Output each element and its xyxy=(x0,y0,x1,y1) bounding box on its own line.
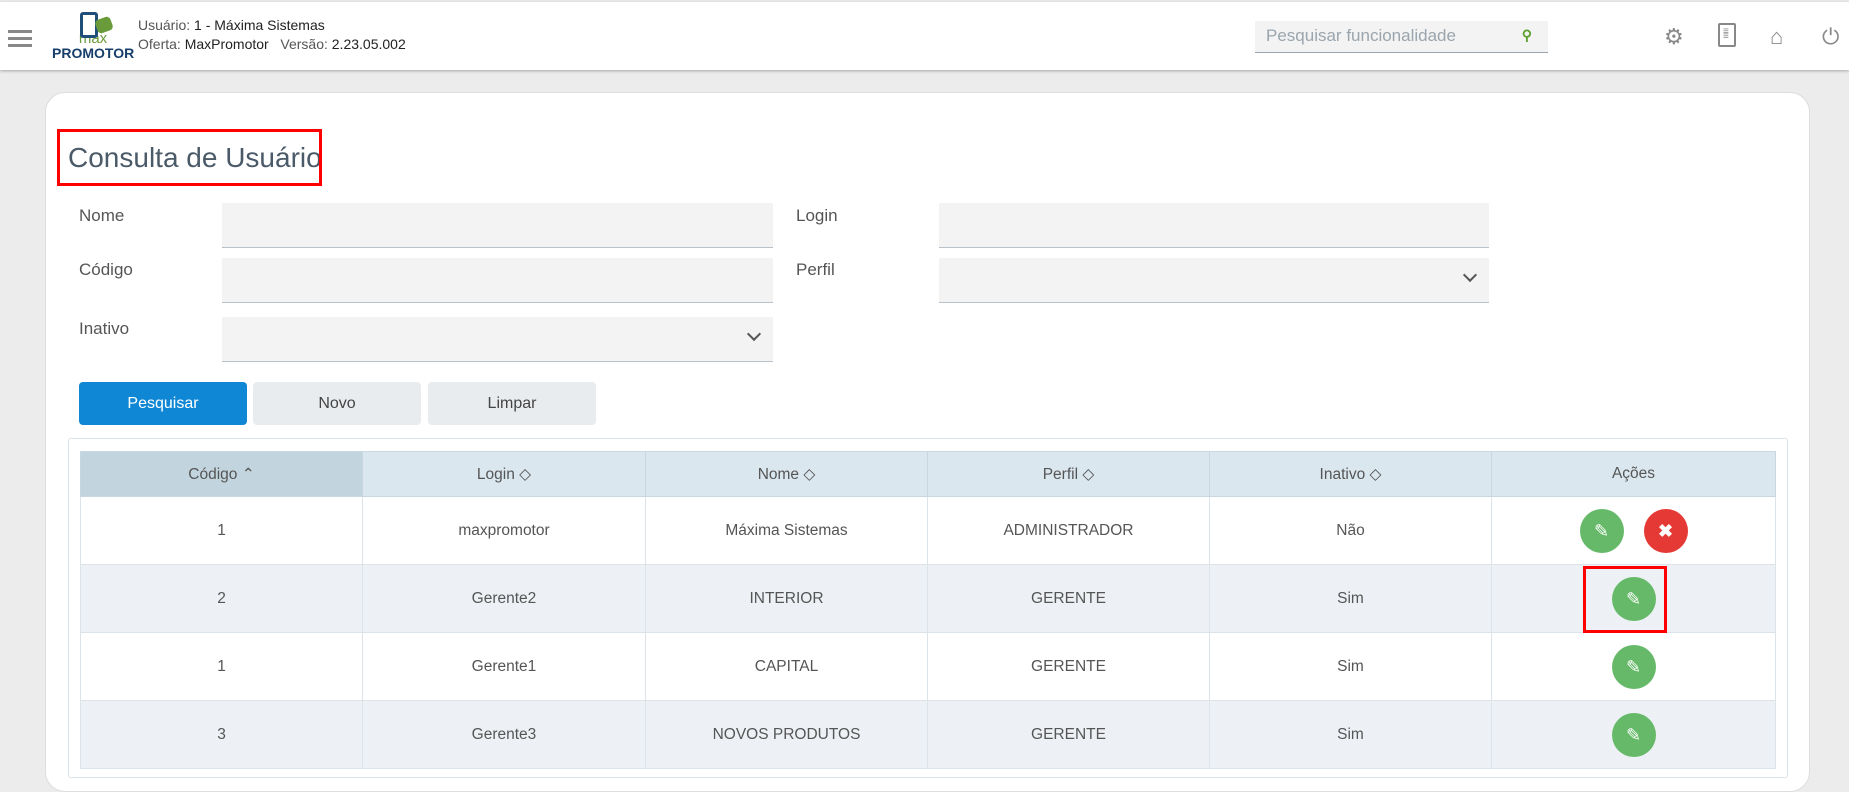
col-perfil[interactable]: Perfil ◇ xyxy=(927,451,1210,497)
cell: Sim xyxy=(1209,700,1492,769)
actions-cell: ✎ ✖ xyxy=(1491,496,1776,565)
col-nome[interactable]: Nome ◇ xyxy=(645,451,928,497)
table-row: 1 maxpromotor Máxima Sistemas ADMINISTRADOR… xyxy=(80,496,1776,565)
new-button[interactable]: Novo xyxy=(253,382,421,425)
inativo-select[interactable] xyxy=(222,317,773,362)
codigo-label: Código xyxy=(79,260,133,279)
cell: Sim xyxy=(1209,632,1492,701)
edit-button[interactable]: ✎ xyxy=(1611,644,1656,689)
offer-label: Oferta: xyxy=(138,36,181,52)
cell: maxpromotor xyxy=(362,496,646,565)
top-bar: max PROMOTOR Usuário: 1 - Máxima Sistema… xyxy=(0,2,1849,70)
highlight-box-edit xyxy=(1583,566,1667,633)
cell: 3 xyxy=(80,700,363,769)
cell: INTERIOR xyxy=(645,564,928,633)
cell: Gerente3 xyxy=(362,700,646,769)
chevron-down-icon xyxy=(746,326,762,342)
table-row: 2 Gerente2 INTERIOR GERENTE Sim ✎ xyxy=(80,564,1776,633)
cell: GERENTE xyxy=(927,564,1210,633)
codigo-input[interactable] xyxy=(222,258,773,303)
cell: 1 xyxy=(80,632,363,701)
hamburger-menu-icon[interactable] xyxy=(8,30,32,51)
home-icon[interactable]: ⌂ xyxy=(1770,24,1783,50)
table-row: 3 Gerente3 NOVOS PRODUTOS GERENTE Sim ✎ xyxy=(80,700,1776,769)
edit-button[interactable]: ✎ xyxy=(1579,508,1624,553)
power-icon[interactable]: ⏻ xyxy=(1822,24,1839,50)
cell: Gerente2 xyxy=(362,564,646,633)
edit-button[interactable]: ✎ xyxy=(1611,712,1656,757)
sort-icon: ◇ xyxy=(1082,465,1095,483)
clear-button[interactable]: Limpar xyxy=(428,382,596,425)
nome-label: Nome xyxy=(79,206,125,225)
version-label: Versão: xyxy=(280,36,328,52)
cell: GERENTE xyxy=(927,632,1210,701)
sort-icon: ◇ xyxy=(1369,465,1382,483)
user-label: Usuário: xyxy=(138,17,191,33)
cell: Gerente1 xyxy=(362,632,646,701)
cell: NOVOS PRODUTOS xyxy=(645,700,928,769)
cell: Sim xyxy=(1209,564,1492,633)
search-placeholder: Pesquisar funcionalidade xyxy=(1266,26,1456,45)
search-button[interactable]: Pesquisar xyxy=(79,382,247,425)
session-info: Usuário: 1 - Máxima Sistemas Oferta: Max… xyxy=(138,16,406,54)
actions-cell: ✎ xyxy=(1491,632,1776,701)
sort-icon: ◇ xyxy=(803,465,816,483)
cell: CAPITAL xyxy=(645,632,928,701)
sort-asc-icon: ⌃ xyxy=(241,465,255,483)
perfil-select[interactable] xyxy=(939,258,1489,303)
feature-search-input[interactable]: Pesquisar funcionalidade ⚲ xyxy=(1255,21,1548,53)
perfil-label: Perfil xyxy=(796,260,835,279)
highlight-box-title xyxy=(57,129,322,186)
cell: GERENTE xyxy=(927,700,1210,769)
users-table: Código ⌃ Login ◇ Nome ◇ Perfil ◇ Inativo… xyxy=(80,451,1776,769)
delete-button[interactable]: ✖ xyxy=(1643,508,1688,553)
cell: 1 xyxy=(80,496,363,565)
cell: 2 xyxy=(80,564,363,633)
table-row: 1 Gerente1 CAPITAL GERENTE Sim ✎ xyxy=(80,632,1776,701)
cell: Máxima Sistemas xyxy=(645,496,928,565)
login-input[interactable] xyxy=(939,203,1489,248)
cell: ADMINISTRADOR xyxy=(927,496,1210,565)
offer-value: MaxPromotor xyxy=(184,36,269,52)
col-acoes: Ações xyxy=(1491,451,1776,497)
inativo-label: Inativo xyxy=(79,319,130,338)
document-icon[interactable]: ≡ ≡ xyxy=(1718,23,1736,47)
user-value: 1 - Máxima Sistemas xyxy=(194,17,325,33)
chevron-down-icon xyxy=(1462,267,1478,283)
col-codigo[interactable]: Código ⌃ xyxy=(80,451,363,497)
search-icon[interactable]: ⚲ xyxy=(1522,27,1532,44)
logo-text-bottom: PROMOTOR xyxy=(52,45,135,61)
login-label: Login xyxy=(796,206,838,225)
sort-icon: ◇ xyxy=(519,465,532,483)
version-value: 2.23.05.002 xyxy=(331,36,406,52)
actions-cell: ✎ xyxy=(1491,700,1776,769)
nome-input[interactable] xyxy=(222,203,773,248)
col-login[interactable]: Login ◇ xyxy=(362,451,646,497)
cell: Não xyxy=(1209,496,1492,565)
logo: max PROMOTOR xyxy=(52,10,134,68)
settings-gears-icon[interactable]: ⚙ xyxy=(1664,24,1684,50)
col-inativo[interactable]: Inativo ◇ xyxy=(1209,451,1492,497)
